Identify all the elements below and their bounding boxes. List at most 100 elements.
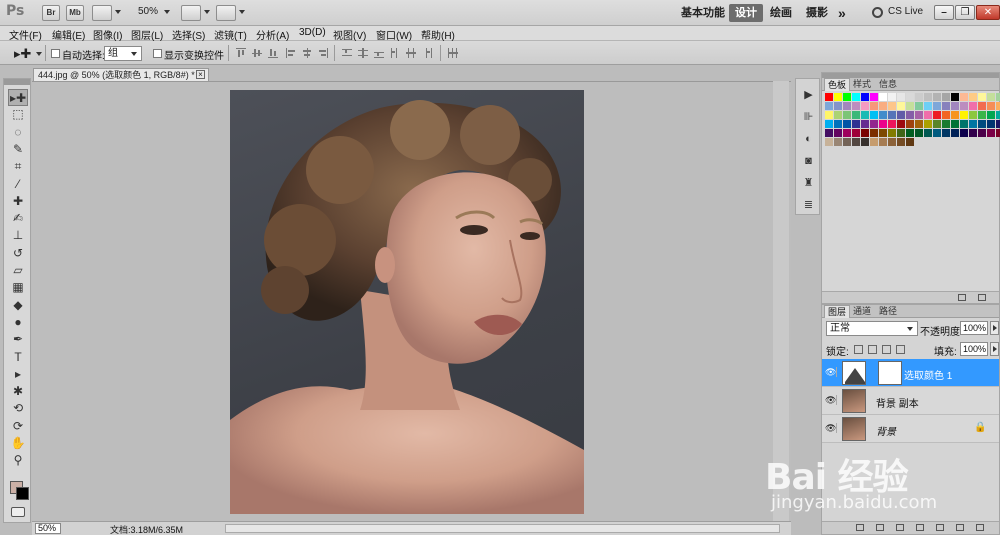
delete-swatch-icon[interactable] — [978, 294, 986, 301]
zoom-caret-icon[interactable] — [164, 10, 170, 14]
layer-style-fx-icon[interactable] — [876, 524, 884, 531]
background-color-swatch[interactable] — [16, 487, 29, 500]
color-swatch[interactable] — [960, 93, 968, 101]
color-swatch[interactable] — [897, 93, 905, 101]
view-extras-button[interactable] — [92, 5, 112, 21]
color-swatch[interactable] — [888, 138, 896, 146]
color-swatch[interactable] — [942, 129, 950, 137]
color-swatch[interactable] — [924, 111, 932, 119]
color-swatch[interactable] — [834, 120, 842, 128]
workspace-photography[interactable]: 摄影 — [806, 4, 828, 22]
menu-image[interactable]: 图像(I) — [93, 27, 122, 42]
color-swatch[interactable] — [861, 111, 869, 119]
color-swatch[interactable] — [924, 102, 932, 110]
marquee-tool[interactable]: ⬚ — [8, 106, 28, 123]
color-swatch[interactable] — [852, 138, 860, 146]
color-swatch[interactable] — [924, 93, 932, 101]
color-swatch[interactable] — [933, 93, 941, 101]
zoom-tool[interactable]: ⚲ — [8, 452, 28, 469]
bridge-button[interactable]: Br — [42, 5, 60, 21]
color-swatch[interactable] — [951, 111, 959, 119]
color-swatch[interactable] — [942, 102, 950, 110]
color-swatch[interactable] — [897, 102, 905, 110]
fill-slider-button[interactable] — [990, 342, 999, 356]
blend-mode-dropdown[interactable]: 正常 — [826, 321, 918, 336]
tab-layers[interactable]: 图层 — [824, 305, 851, 318]
color-swatch[interactable] — [951, 102, 959, 110]
type-tool[interactable]: T — [8, 349, 28, 366]
3d-rotate-tool[interactable]: ⟲ — [8, 400, 28, 417]
color-swatch[interactable] — [825, 111, 833, 119]
color-swatch[interactable] — [834, 138, 842, 146]
more-workspaces-icon[interactable]: » — [838, 4, 846, 22]
masks-icon[interactable]: ◙ — [802, 155, 815, 167]
color-swatch[interactable] — [987, 111, 995, 119]
new-swatch-icon[interactable] — [958, 294, 966, 301]
document-info[interactable]: 文档:3.18M/6.35M — [110, 523, 183, 535]
menu-filter[interactable]: 滤镜(T) — [214, 27, 247, 42]
cslive-icon[interactable] — [872, 7, 883, 18]
color-swatch[interactable] — [852, 93, 860, 101]
quick-mask-icon[interactable] — [11, 507, 25, 517]
color-swatch[interactable] — [888, 111, 896, 119]
history-brush-tool[interactable]: ↺ — [8, 245, 28, 262]
color-swatch[interactable] — [870, 102, 878, 110]
blur-tool[interactable]: ◆ — [8, 297, 28, 314]
color-swatch[interactable] — [924, 120, 932, 128]
color-swatch[interactable] — [915, 129, 923, 137]
cslive-label[interactable]: CS Live — [888, 6, 923, 17]
align-hcenter-icon[interactable] — [302, 48, 312, 58]
move-tool[interactable]: ▸✚ — [8, 89, 28, 106]
color-swatch[interactable] — [843, 111, 851, 119]
screen-mode-button[interactable] — [216, 5, 236, 21]
color-swatch[interactable] — [933, 129, 941, 137]
auto-align-layers-icon[interactable] — [448, 48, 458, 58]
crop-tool[interactable]: ⌗ — [8, 158, 28, 175]
color-swatch[interactable] — [942, 120, 950, 128]
portrait-photo[interactable] — [230, 90, 584, 514]
color-swatch[interactable] — [888, 102, 896, 110]
add-mask-icon[interactable] — [896, 524, 904, 531]
color-swatch[interactable] — [906, 102, 914, 110]
3d-orbit-tool[interactable]: ⟳ — [8, 418, 28, 435]
color-swatch[interactable] — [897, 129, 905, 137]
delete-layer-icon[interactable] — [976, 524, 984, 531]
color-swatch[interactable] — [969, 111, 977, 119]
color-swatch[interactable] — [870, 93, 878, 101]
tool-preset-caret-icon[interactable] — [36, 52, 42, 56]
color-swatch[interactable] — [897, 138, 905, 146]
distribute-left-icon[interactable] — [390, 48, 400, 58]
color-swatch[interactable] — [825, 102, 833, 110]
color-swatch[interactable] — [879, 120, 887, 128]
color-swatch[interactable] — [888, 93, 896, 101]
menu-help[interactable]: 帮助(H) — [421, 27, 455, 42]
color-swatch[interactable] — [978, 129, 986, 137]
color-swatch[interactable] — [996, 102, 1000, 110]
color-swatch[interactable] — [852, 129, 860, 137]
layer-thumbnail[interactable] — [842, 389, 866, 413]
shape-tool[interactable]: ✱ — [8, 383, 28, 400]
histogram-icon[interactable]: ⊪ — [802, 111, 815, 123]
color-swatch[interactable] — [870, 138, 878, 146]
menu-3d[interactable]: 3D(D) — [299, 27, 326, 38]
color-swatch[interactable] — [987, 93, 995, 101]
color-swatch[interactable] — [951, 120, 959, 128]
menu-file[interactable]: 文件(F) — [9, 27, 42, 42]
color-swatch[interactable] — [996, 120, 1000, 128]
menu-layer[interactable]: 图层(L) — [131, 27, 163, 42]
color-swatch[interactable] — [924, 129, 932, 137]
lasso-tool[interactable]: ◌ — [8, 124, 28, 141]
menu-window[interactable]: 窗口(W) — [376, 27, 412, 42]
layer-thumbnail[interactable] — [842, 417, 866, 441]
color-swatch[interactable] — [870, 111, 878, 119]
color-swatch[interactable] — [969, 93, 977, 101]
color-swatch[interactable] — [960, 102, 968, 110]
color-swatch[interactable] — [834, 102, 842, 110]
lock-all-icon[interactable] — [896, 345, 905, 354]
path-select-tool[interactable]: ▸ — [8, 366, 28, 383]
menu-view[interactable]: 视图(V) — [333, 27, 366, 42]
color-swatch[interactable] — [888, 120, 896, 128]
restore-button[interactable]: ❐ — [955, 5, 975, 20]
document-tab[interactable]: 444.jpg @ 50% (选取颜色 1, RGB/8#) * × — [33, 68, 209, 81]
lock-transparent-icon[interactable] — [854, 345, 863, 354]
